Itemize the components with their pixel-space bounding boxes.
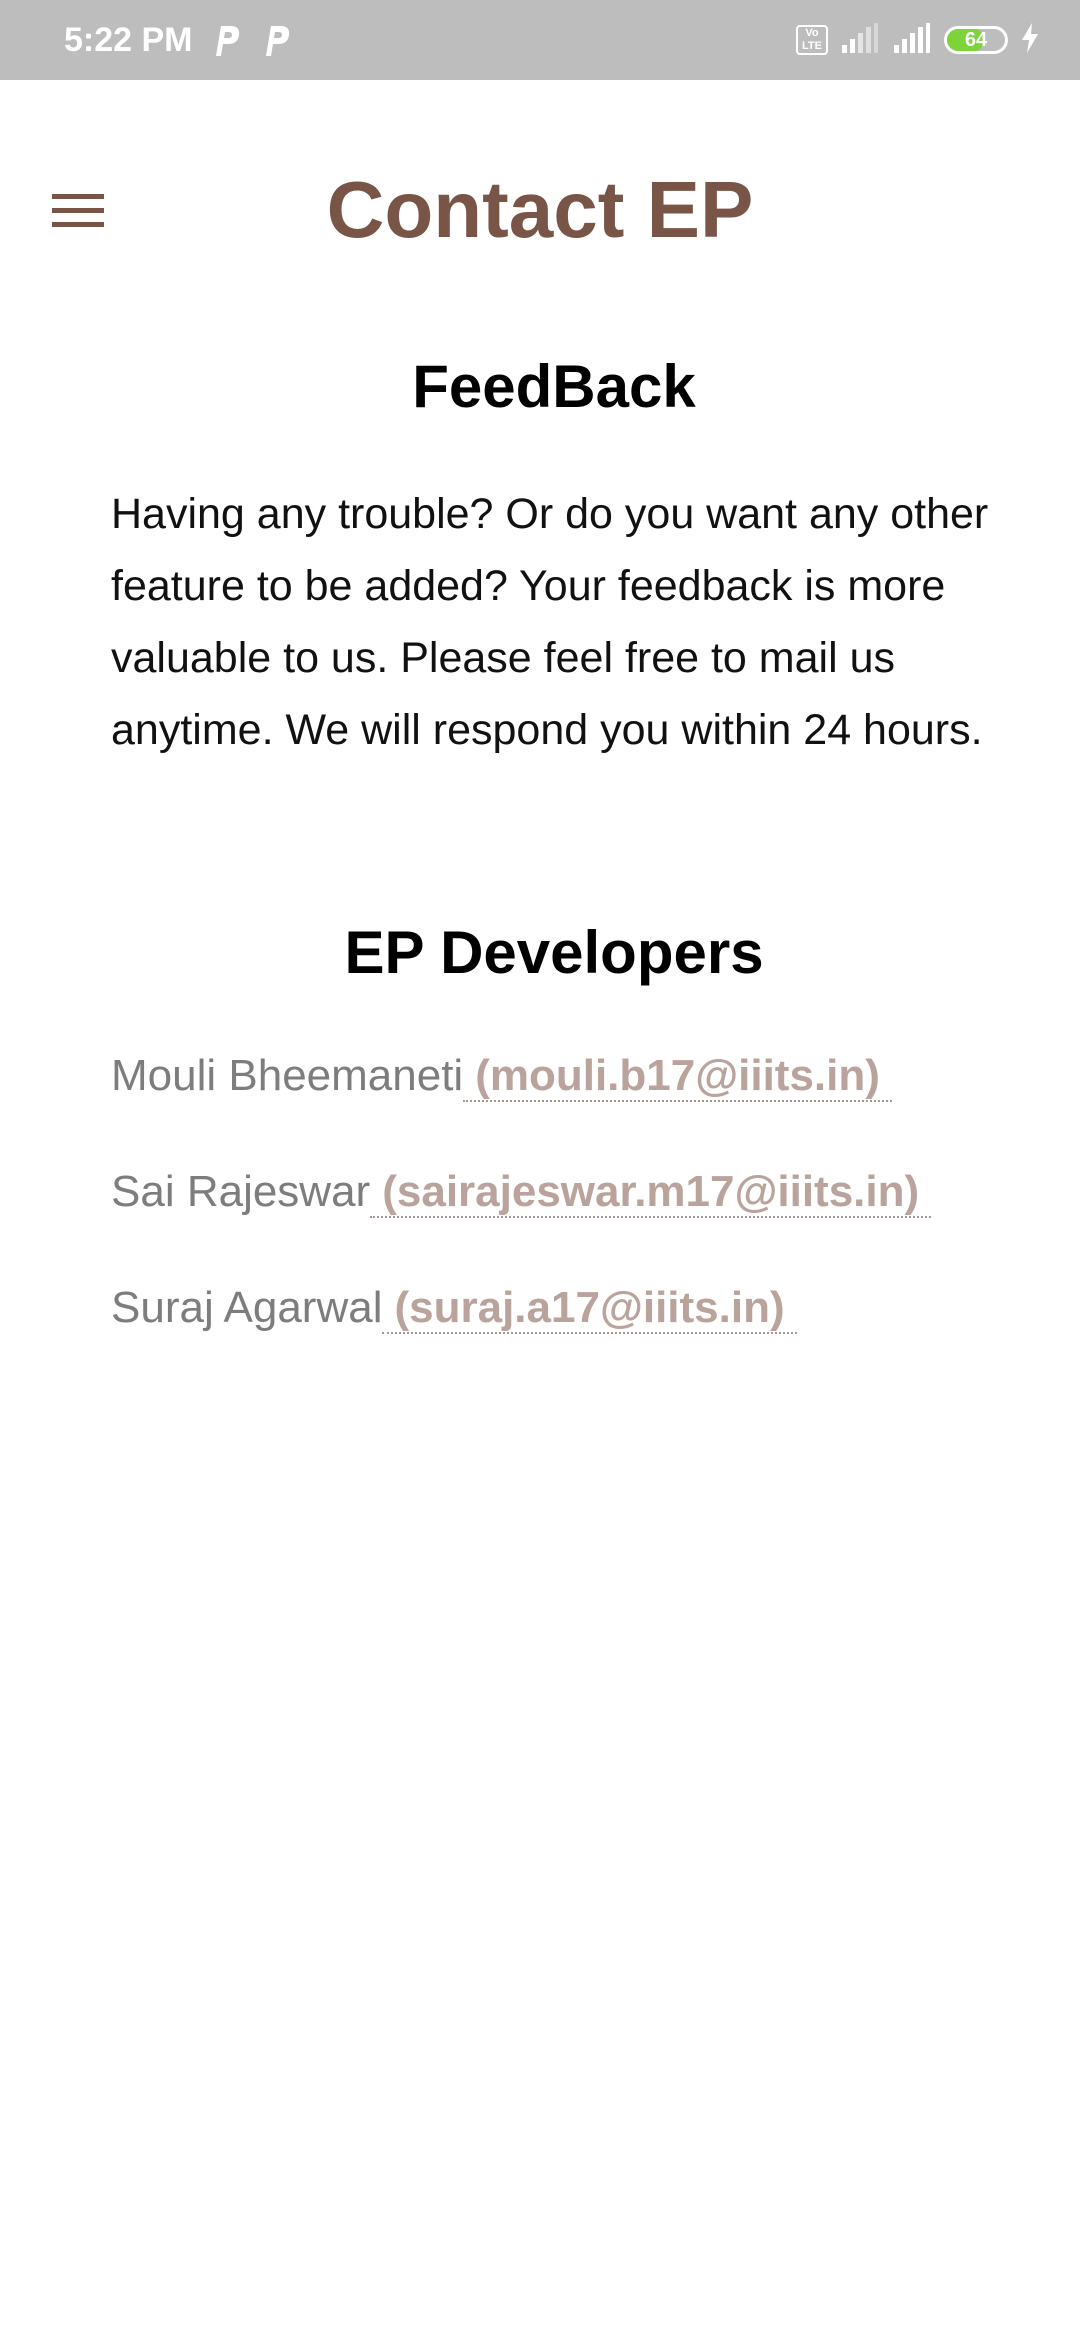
- signal-icon: [840, 22, 880, 58]
- developer-email-link[interactable]: (mouli.b17@iiits.in): [463, 1051, 892, 1102]
- developer-item: Suraj Agarwal (suraj.a17@iiits.in): [111, 1278, 797, 1338]
- status-icons: Vo LTE 64: [796, 0, 1040, 80]
- developer-name: Mouli Bheemaneti: [111, 1051, 464, 1100]
- charging-icon: [1020, 22, 1040, 58]
- developer-name: Sai Rajeswar: [111, 1167, 371, 1216]
- feedback-body: Having any trouble? Or do you want any o…: [111, 490, 989, 754]
- developers-heading: EP Developers: [344, 919, 764, 986]
- p-notification-icon: [262, 22, 292, 58]
- battery-level: 64: [964, 29, 988, 51]
- developer-email-link[interactable]: (suraj.a17@iiits.in): [382, 1283, 797, 1334]
- p-notification-icon: [212, 22, 242, 58]
- battery-icon: 64: [944, 26, 1008, 54]
- developer-email-link[interactable]: (sairajeswar.m17@iiits.in): [370, 1167, 932, 1218]
- developer-name: Suraj Agarwal: [111, 1283, 383, 1332]
- status-bar: 5:22 PM Vo LTE 64: [0, 0, 1080, 80]
- signal-icon: [892, 22, 932, 58]
- page-title: Contact EP: [326, 165, 754, 254]
- volte-icon: Vo LTE: [796, 25, 828, 55]
- developer-item: Mouli Bheemaneti (mouli.b17@iiits.in): [111, 1046, 892, 1106]
- feedback-heading: FeedBack: [412, 353, 696, 420]
- developer-item: Sai Rajeswar (sairajeswar.m17@iiits.in): [111, 1162, 932, 1222]
- status-time: 5:22 PM: [64, 21, 193, 59]
